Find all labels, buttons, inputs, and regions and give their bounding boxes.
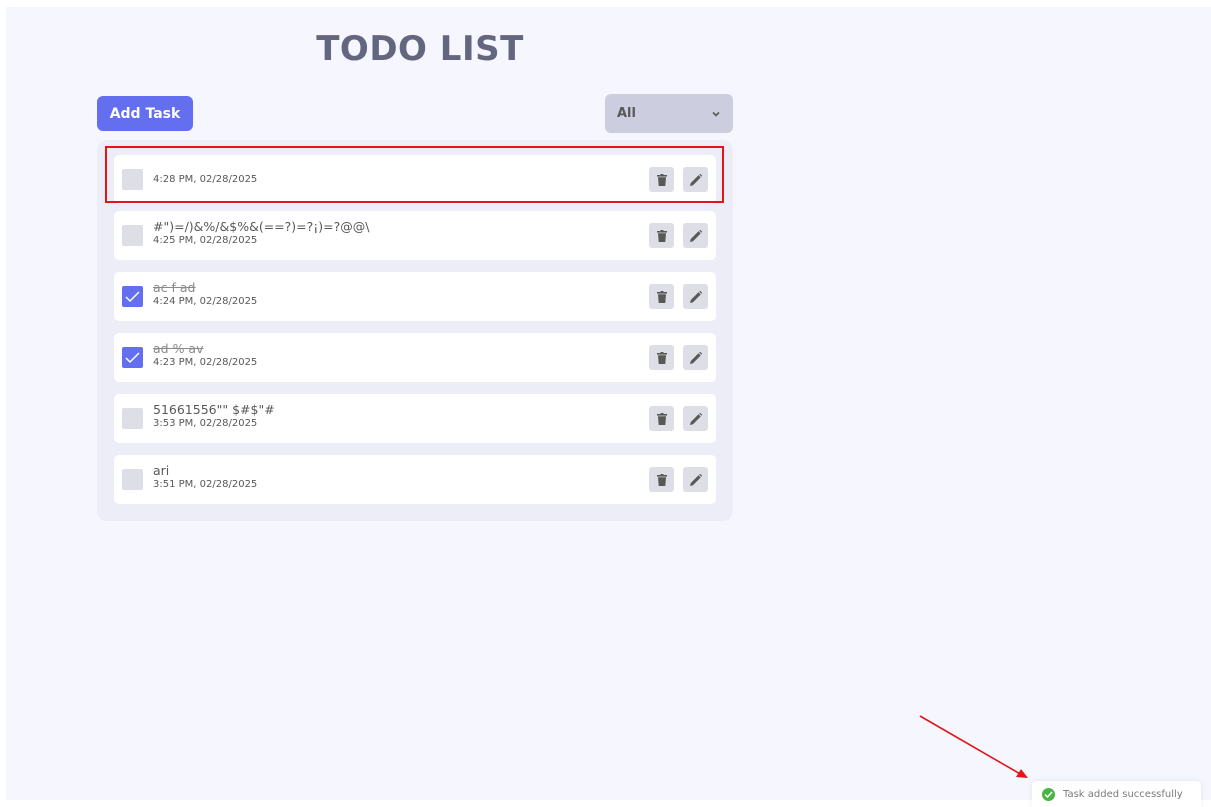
delete-task-button[interactable] <box>649 167 674 192</box>
task-timestamp: 3:51 PM, 02/28/2025 <box>153 479 258 490</box>
trash-icon <box>656 290 667 303</box>
delete-task-button[interactable] <box>649 223 674 248</box>
trash-icon <box>656 412 667 425</box>
filter-selected-value: All <box>617 106 636 121</box>
edit-task-button[interactable] <box>683 406 708 431</box>
delete-task-button[interactable] <box>649 345 674 370</box>
toast-message: Task added successfully <box>1063 788 1183 800</box>
trash-icon <box>656 229 667 242</box>
task-checkbox[interactable] <box>122 347 143 368</box>
edit-task-button[interactable] <box>683 167 708 192</box>
edit-task-button[interactable] <box>683 345 708 370</box>
task-checkbox[interactable] <box>122 286 143 307</box>
task-checkbox[interactable] <box>122 469 143 490</box>
task-timestamp: 4:25 PM, 02/28/2025 <box>153 235 258 246</box>
task-item: ac f ad 4:24 PM, 02/28/2025 <box>114 272 716 321</box>
edit-task-button[interactable] <box>683 467 708 492</box>
delete-task-button[interactable] <box>649 406 674 431</box>
task-title: ac f ad <box>153 280 196 295</box>
task-item: 4:28 PM, 02/28/2025 <box>114 155 716 204</box>
task-title: ari <box>153 463 170 478</box>
task-timestamp: 4:24 PM, 02/28/2025 <box>153 296 258 307</box>
task-list: 4:28 PM, 02/28/2025 #")=/)&%/&$%&(==?)=?… <box>97 140 733 521</box>
pencil-icon <box>689 229 702 242</box>
pencil-icon <box>689 473 702 486</box>
trash-icon <box>656 351 667 364</box>
checkmark-icon <box>125 291 140 303</box>
task-checkbox[interactable] <box>122 225 143 246</box>
edit-task-button[interactable] <box>683 284 708 309</box>
trash-icon <box>656 473 667 486</box>
edit-task-button[interactable] <box>683 223 708 248</box>
task-checkbox[interactable] <box>122 169 143 190</box>
success-toast: Task added successfully <box>1032 781 1201 807</box>
task-title: #")=/)&%/&$%&(==?)=?¡)=?@@\ <box>153 219 370 234</box>
task-checkbox[interactable] <box>122 408 143 429</box>
task-timestamp: 3:53 PM, 02/28/2025 <box>153 418 258 429</box>
pencil-icon <box>689 351 702 364</box>
trash-icon <box>656 173 667 186</box>
check-circle-icon <box>1042 787 1055 801</box>
page-title: TODO LIST <box>316 29 524 69</box>
task-timestamp: 4:23 PM, 02/28/2025 <box>153 357 258 368</box>
task-item: ad % av 4:23 PM, 02/28/2025 <box>114 333 716 382</box>
task-item: ari 3:51 PM, 02/28/2025 <box>114 455 716 504</box>
add-task-button[interactable]: Add Task <box>97 96 193 131</box>
task-item: #")=/)&%/&$%&(==?)=?¡)=?@@\ 4:25 PM, 02/… <box>114 211 716 260</box>
task-title: 51661556"" $#$"# <box>153 402 275 417</box>
task-title: ad % av <box>153 341 204 356</box>
pencil-icon <box>689 173 702 186</box>
chevron-down-icon <box>712 111 720 117</box>
pencil-icon <box>689 412 702 425</box>
delete-task-button[interactable] <box>649 284 674 309</box>
task-item: 51661556"" $#$"# 3:53 PM, 02/28/2025 <box>114 394 716 443</box>
task-timestamp: 4:28 PM, 02/28/2025 <box>153 174 258 185</box>
pencil-icon <box>689 290 702 303</box>
checkmark-icon <box>125 352 140 364</box>
delete-task-button[interactable] <box>649 467 674 492</box>
app-page: TODO LIST Add Task All 4:28 PM, 02/28/20… <box>6 7 1211 807</box>
status-filter-select[interactable]: All <box>605 94 733 133</box>
